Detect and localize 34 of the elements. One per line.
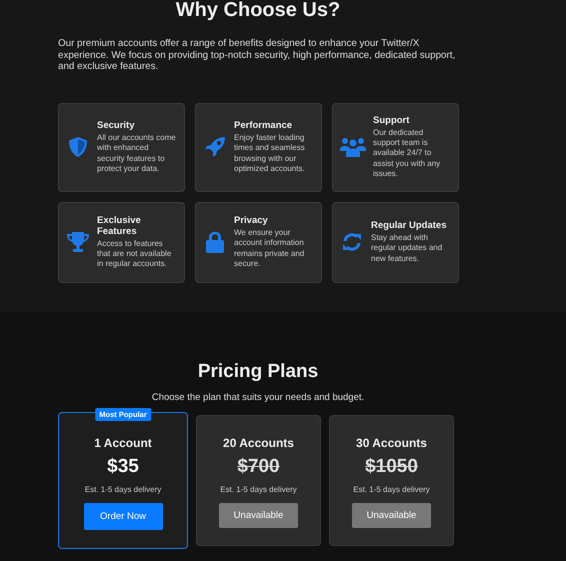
- section-title: Why Choose Us?: [174, 0, 342, 20]
- feature-title: Privacy: [234, 214, 269, 226]
- intro-paragraph: Our premium accounts offer a range of benefits designed to enhance your Twitter/X experience. We focus on providing top-notch security, high performance, dedicated support, and exclusive features.: [58, 38, 456, 72]
- feature-title: Security: [97, 120, 136, 131]
- feature-text: Our dedicated support team is available 24/7 to assist you with any issues.: [373, 128, 442, 180]
- unavailable-button[interactable]: Unavailable: [352, 503, 431, 528]
- delivery-text: Est. 1-5 days delivery: [220, 485, 297, 494]
- unavailable-button[interactable]: Unavailable: [219, 503, 298, 528]
- group-icon: [340, 137, 366, 157]
- order-button[interactable]: Order Now: [84, 503, 162, 530]
- plan-price: $1050: [365, 456, 418, 478]
- feature-text: Stay ahead with regular updates and new features.: [371, 233, 444, 264]
- plan-name: 1 Account: [94, 436, 152, 450]
- delivery-text: Est. 1-5 days delivery: [353, 485, 430, 494]
- feature-title: Support: [373, 114, 410, 126]
- rocket-icon: [204, 136, 226, 158]
- feature-title: Exclusive Features: [97, 214, 142, 237]
- plan-name: 20 Accounts: [223, 436, 294, 450]
- section-title: Pricing Plans: [196, 361, 320, 383]
- refresh-icon: [342, 232, 362, 252]
- plan-name: 30 Accounts: [356, 436, 427, 450]
- feature-title: Performance: [234, 120, 294, 131]
- feature-text: We ensure your account information remains private and secure.: [234, 228, 306, 270]
- feature-text: Enjoy faster loading times and seamless browsing with our optimized accounts.: [234, 132, 306, 174]
- section-subtitle: Choose the plan that suits your needs and budget.: [150, 392, 366, 403]
- trophy-icon: [66, 231, 90, 253]
- lock-icon: [205, 230, 225, 254]
- plan-price: $35: [107, 456, 139, 478]
- delivery-text: Est. 1-5 days delivery: [84, 485, 162, 494]
- shield-icon: [68, 136, 88, 158]
- feature-text: All our accounts come with enhanced security features to protect your data.: [97, 132, 177, 174]
- plan-price: $700: [237, 456, 280, 478]
- feature-text: Access to features that are not available in regular accounts.: [97, 238, 172, 270]
- feature-title: Regular Updates: [371, 220, 448, 232]
